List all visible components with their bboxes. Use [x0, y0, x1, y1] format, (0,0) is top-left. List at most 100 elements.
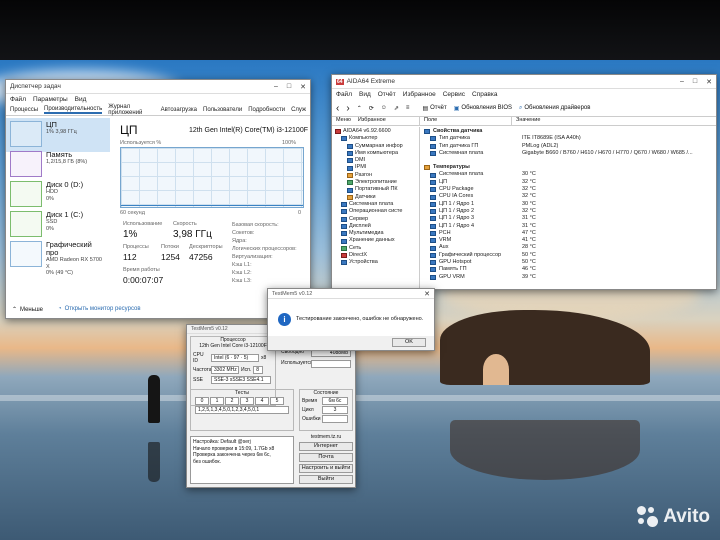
- tree-item[interactable]: Компьютер: [335, 135, 416, 142]
- tab-startup[interactable]: Автозагрузка: [161, 107, 197, 113]
- tree-item[interactable]: Системная плата: [335, 201, 416, 208]
- tree-tabs: Меню Избранное: [332, 117, 420, 126]
- user-icon[interactable]: ☺: [381, 105, 387, 111]
- tab-details[interactable]: Подробности: [248, 107, 285, 113]
- forward-icon[interactable]: ›: [346, 103, 349, 114]
- detail-row[interactable]: CPU IA Cores 32 °C: [424, 193, 716, 200]
- task-manager-titlebar[interactable]: Диспетчер задач – □ ✕: [6, 80, 310, 94]
- detail-row[interactable]: Системная плата 30 °C: [424, 171, 716, 178]
- ok-button[interactable]: OK: [392, 338, 426, 347]
- tree-item-label: Системная плата: [349, 200, 394, 207]
- menu-lines-icon[interactable]: ≡: [406, 105, 410, 111]
- back-icon[interactable]: ‹: [336, 103, 339, 114]
- tree-item[interactable]: Дисплей: [335, 223, 416, 230]
- report-button[interactable]: ▤ Отчёт: [422, 105, 446, 112]
- menu-options[interactable]: Параметры: [33, 96, 68, 103]
- resource-monitor-link[interactable]: ◔ Открыть монитор ресурсов: [58, 306, 141, 312]
- avito-wordmark: Avito: [663, 506, 710, 527]
- detail-row[interactable]: VRM 41 °C: [424, 237, 716, 244]
- sidebar-item-memory[interactable]: Память 1,2/15,8 ГБ (8%): [6, 148, 110, 182]
- tree-item[interactable]: Сеть: [335, 245, 416, 252]
- tree-item[interactable]: AIDA64 v6.92.6600: [335, 128, 416, 135]
- sidebar-item-cpu[interactable]: ЦП 1% 3,98 ГГц: [6, 118, 110, 152]
- detail-row[interactable]: Память ГП 46 °C: [424, 266, 716, 273]
- field-label: ЦП 1 / Ядро 4: [439, 222, 475, 229]
- internet-button[interactable]: Интернет: [299, 442, 353, 451]
- tab-processes[interactable]: Процессы: [10, 107, 38, 113]
- menu-help[interactable]: Справка: [472, 91, 498, 98]
- detail-row[interactable]: ЦП 32 °C: [424, 179, 716, 186]
- tree-item[interactable]: Суммарная инфор: [335, 143, 416, 150]
- maximize-icon[interactable]: □: [287, 83, 291, 91]
- chart-icon[interactable]: ⇗: [394, 105, 399, 112]
- column-field[interactable]: Поле: [420, 117, 512, 125]
- detail-row[interactable]: CPU Package 32 °C: [424, 186, 716, 193]
- detail-row[interactable]: ЦП 1 / Ядро 1 30 °C: [424, 201, 716, 208]
- close-icon[interactable]: ✕: [706, 78, 712, 86]
- dialog-titlebar[interactable]: TestMem5 v0.12 ✕: [268, 289, 434, 299]
- driver-update-button[interactable]: ⌕ Обновления драйверов: [519, 105, 590, 112]
- minimize-icon[interactable]: –: [680, 78, 684, 86]
- detail-row[interactable]: Тип датчика ГП PMLog (ADL2): [424, 143, 716, 150]
- menu-file[interactable]: Файл: [10, 96, 26, 103]
- tree-item[interactable]: Имя компьютера: [335, 150, 416, 157]
- tree-item-label: Операционная систе: [349, 208, 403, 215]
- sidebar-item-gpu[interactable]: Графический про AMD Radeon RX 5700 X 0% (4…: [6, 238, 110, 276]
- menu-report[interactable]: Отчёт: [378, 91, 396, 98]
- detail-row[interactable]: Тип датчика ITE IT8689E (ISA A40h): [424, 135, 716, 142]
- close-icon[interactable]: ✕: [424, 290, 430, 298]
- sidebar-item-disk0[interactable]: Диск 0 (D:) HDD 0%: [6, 178, 110, 212]
- detail-row[interactable]: ЦП 1 / Ядро 2 32 °C: [424, 208, 716, 215]
- tests-header: 012345: [195, 397, 289, 405]
- tab-users[interactable]: Пользователи: [203, 107, 242, 113]
- detail-row[interactable]: Системная плата Gigabyte B660 / B760 / H6…: [424, 150, 716, 157]
- detail-row[interactable]: GPU Hotspot 50 °C: [424, 259, 716, 266]
- field-value: 32 °C: [522, 207, 536, 214]
- tree-item[interactable]: Хранение данных: [335, 237, 416, 244]
- aida64-titlebar[interactable]: 64 AIDA64 Extreme – □ ✕: [332, 75, 716, 89]
- tab-performance[interactable]: Производительность: [44, 106, 103, 114]
- sidebar-item-disk1[interactable]: Диск 1 (C:) SSD 0%: [6, 208, 110, 242]
- detail-row[interactable]: ЦП 1 / Ядро 3 31 °C: [424, 215, 716, 222]
- tree-item-label: Имя компьютера: [355, 149, 399, 156]
- tests-sequence: 1,2,5,1,3,4,5,0,1,2,3,4,5,0,1: [195, 406, 289, 414]
- menu-favorites[interactable]: Избранное: [403, 91, 436, 98]
- maximize-icon[interactable]: □: [693, 78, 697, 86]
- refresh-icon[interactable]: ⟳: [369, 105, 374, 112]
- tab-app-history[interactable]: Журнал приложений: [108, 104, 154, 116]
- configure-exit-button[interactable]: Настроить и выйти: [299, 464, 353, 473]
- detail-row[interactable]: ЦП 1 / Ядро 4 31 °C: [424, 223, 716, 230]
- section-temperatures: Температуры: [424, 164, 716, 171]
- bios-update-button[interactable]: ▣ Обновления BIOS: [454, 105, 512, 112]
- menu-tools[interactable]: Сервис: [443, 91, 465, 98]
- tree-item[interactable]: Операционная систе: [335, 208, 416, 215]
- tree-item[interactable]: Разгон: [335, 172, 416, 179]
- minimize-icon[interactable]: –: [274, 83, 278, 91]
- tree-item[interactable]: Мультимедиа: [335, 230, 416, 237]
- tree-item[interactable]: DMI: [335, 157, 416, 164]
- testmem5-title: TestMem5 v0.12: [191, 326, 228, 332]
- detail-row[interactable]: Aux 28 °C: [424, 244, 716, 251]
- exit-button[interactable]: Выйти: [299, 475, 353, 484]
- fewer-details-button[interactable]: ⌃ Меньше: [12, 306, 43, 314]
- close-icon[interactable]: ✕: [300, 83, 306, 91]
- detail-row[interactable]: GPU VRM 39 °C: [424, 274, 716, 281]
- tree-item[interactable]: Датчики: [335, 194, 416, 201]
- menu-file[interactable]: Файл: [336, 91, 352, 98]
- menu-view[interactable]: Вид: [75, 96, 87, 103]
- tab-services[interactable]: Служ: [291, 107, 306, 113]
- menu-view[interactable]: Вид: [359, 91, 371, 98]
- tree-item[interactable]: Сервер: [335, 216, 416, 223]
- field-value: 39 °C: [522, 273, 536, 280]
- tab-menu[interactable]: Меню: [336, 117, 351, 125]
- up-icon[interactable]: ⌃: [357, 105, 362, 112]
- mail-button[interactable]: Почта: [299, 453, 353, 462]
- tree-item[interactable]: IPMI: [335, 164, 416, 171]
- tab-favorites[interactable]: Избранное: [358, 117, 386, 125]
- column-value[interactable]: Значение: [512, 117, 540, 125]
- detail-row[interactable]: Графический процессор 50 °C: [424, 252, 716, 259]
- tree-item[interactable]: Портативный ПК: [335, 186, 416, 193]
- detail-row[interactable]: PCH 47 °C: [424, 230, 716, 237]
- tree-item-label: Сервер: [349, 215, 369, 222]
- tree-item[interactable]: Устройства: [335, 259, 416, 266]
